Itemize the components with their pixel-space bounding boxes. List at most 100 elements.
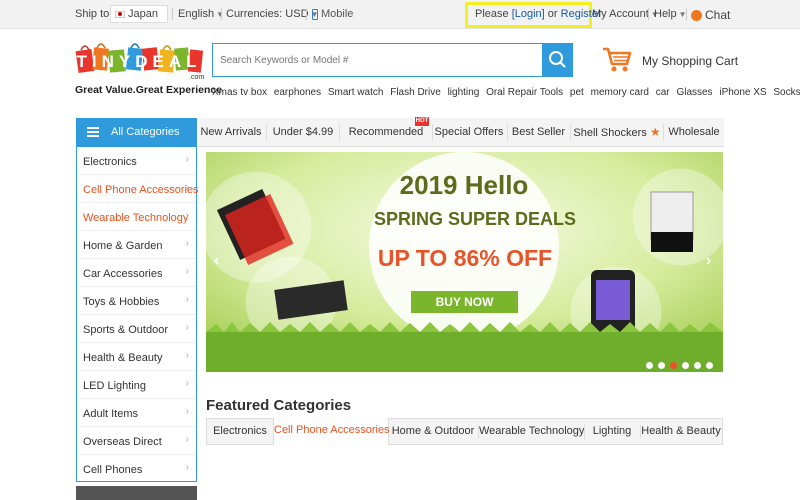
- nav-tab-special-offers[interactable]: Special Offers: [434, 118, 504, 147]
- featured-tab-electronics[interactable]: Electronics: [207, 419, 273, 444]
- hot-keyword-link[interactable]: Oral Repair Tools: [486, 87, 563, 98]
- promo-thumbnail[interactable]: [76, 486, 197, 500]
- mobile-link[interactable]: Mobile: [312, 8, 353, 20]
- hot-keyword-link[interactable]: earphones: [274, 87, 321, 98]
- featured-category-tabs: Electronics Cell Phone Accessories Home …: [206, 418, 723, 445]
- hero-banner[interactable]: ‹ › 2019 Hello SPRING SUPER DEALS UP TO …: [206, 152, 723, 372]
- divider: [266, 124, 267, 141]
- hot-keyword-link[interactable]: Socks: [773, 87, 800, 98]
- hot-keyword-link[interactable]: Smart watch: [328, 87, 384, 98]
- japan-flag-icon: [115, 10, 125, 18]
- hot-keyword-link[interactable]: Xmas tv box: [212, 87, 267, 98]
- hot-keyword-link[interactable]: iPhone XS: [719, 87, 766, 98]
- chevron-right-icon: ›: [185, 266, 189, 277]
- search-button[interactable]: [542, 43, 573, 77]
- featured-tab-cell-phone-accessories[interactable]: Cell Phone Accessories: [273, 418, 390, 445]
- hot-keyword-link[interactable]: car: [656, 87, 670, 98]
- nav-tab-new-arrivals[interactable]: New Arrivals: [199, 118, 263, 147]
- shopping-cart-icon[interactable]: [602, 46, 632, 74]
- star-icon: ★: [649, 125, 661, 139]
- sidebar-item-led-lighting[interactable]: LED Lighting ›: [77, 371, 196, 399]
- sidebar-item-cell-phones[interactable]: Cell Phones ›: [77, 455, 196, 483]
- hot-keywords: Xmas tv box earphones Smart watch Flash …: [212, 87, 800, 98]
- featured-tab-home-outdoor[interactable]: Home & Outdoor: [390, 419, 476, 444]
- featured-tab-health-beauty[interactable]: Health & Beauty: [641, 419, 721, 444]
- divider: [306, 8, 307, 20]
- chevron-right-icon: ›: [185, 350, 189, 361]
- sidebar-item-label: LED Lighting: [83, 380, 146, 392]
- menu-icon: [87, 127, 99, 137]
- shell-shockers-label: Shell Shockers: [573, 127, 647, 139]
- buy-now-button[interactable]: BUY NOW: [411, 291, 518, 313]
- banner-discount: UP TO 86% OFF: [377, 245, 553, 271]
- hot-keyword-link[interactable]: Flash Drive: [390, 87, 441, 98]
- search-icon: [549, 51, 566, 68]
- nav-tab-under-499[interactable]: Under $4.99: [268, 118, 338, 147]
- mobile-phone-icon: [312, 8, 318, 20]
- currency-select[interactable]: Currencies: USD ▼: [226, 8, 318, 20]
- chat-link[interactable]: Chat: [691, 8, 730, 22]
- sidebar-item-sports-outdoor[interactable]: Sports & Outdoor ›: [77, 315, 196, 343]
- logo-brand-text: TINYDEAL: [77, 52, 202, 71]
- chat-icon: [691, 10, 702, 22]
- divider: [432, 124, 433, 141]
- hot-keyword-link[interactable]: pet: [570, 87, 584, 98]
- site-logo[interactable]: TINYDEAL .com Great Value.Great Experien…: [75, 40, 222, 98]
- hot-keyword-link[interactable]: memory card: [591, 87, 649, 98]
- sidebar-item-health-beauty[interactable]: Health & Beauty ›: [77, 343, 196, 371]
- sidebar-item-home-garden[interactable]: Home & Garden ›: [77, 231, 196, 259]
- banner-subheadline: SPRING SUPER DEALS: [374, 209, 577, 229]
- chevron-right-icon: ›: [185, 322, 189, 333]
- banner-next-arrow[interactable]: ›: [706, 252, 711, 270]
- sidebar-item-label: Wearable Technology: [83, 212, 189, 224]
- sidebar-item-overseas-direct[interactable]: Overseas Direct ›: [77, 427, 196, 455]
- divider: [648, 8, 649, 20]
- featured-categories-title: Featured Categories: [206, 397, 352, 414]
- sidebar-item-label: Cell Phone Accessories: [83, 184, 199, 196]
- logo-domain-suffix: .com: [189, 74, 205, 81]
- search-input[interactable]: [213, 44, 542, 76]
- nav-tab-shell-shockers[interactable]: Shell Shockers ★: [573, 118, 661, 147]
- slide-dot-active[interactable]: [670, 362, 677, 369]
- all-categories-button[interactable]: All Categories: [76, 118, 197, 147]
- divider: [221, 8, 222, 20]
- chevron-right-icon: ›: [185, 378, 189, 389]
- featured-tab-wearable-technology[interactable]: Wearable Technology: [479, 419, 584, 444]
- search-bar: [212, 43, 542, 77]
- sidebar-item-car-accessories[interactable]: Car Accessories ›: [77, 259, 196, 287]
- country-select[interactable]: Japan: [110, 5, 168, 23]
- slide-dot[interactable]: [658, 362, 665, 369]
- login-register-group: Please [Login] or Register: [475, 8, 602, 20]
- chevron-right-icon: ›: [185, 210, 189, 221]
- all-categories-label: All Categories: [111, 126, 180, 138]
- featured-tab-lighting[interactable]: Lighting: [585, 419, 639, 444]
- chevron-right-icon: ›: [185, 238, 189, 249]
- sidebar-item-label: Cell Phones: [83, 464, 143, 476]
- help-menu[interactable]: Help ▼: [654, 8, 687, 20]
- sidebar-item-electronics[interactable]: Electronics ›: [77, 147, 196, 175]
- my-account-label: My Account: [592, 8, 649, 20]
- divider: [663, 124, 664, 141]
- please-text: Please: [475, 8, 509, 20]
- sidebar-item-label: Car Accessories: [83, 268, 163, 280]
- sidebar-item-label: Toys & Hobbies: [83, 296, 160, 308]
- slide-dot[interactable]: [682, 362, 689, 369]
- sidebar-item-adult-items[interactable]: Adult Items ›: [77, 399, 196, 427]
- slide-dot[interactable]: [706, 362, 713, 369]
- banner-prev-arrow[interactable]: ‹: [214, 252, 219, 270]
- currency-value: Currencies: USD: [226, 8, 309, 20]
- hot-keyword-link[interactable]: lighting: [448, 87, 480, 98]
- sidebar-item-wearable-technology[interactable]: Wearable Technology ›: [77, 203, 196, 231]
- hot-keyword-link[interactable]: Glasses: [676, 87, 712, 98]
- sidebar-item-toys-hobbies[interactable]: Toys & Hobbies ›: [77, 287, 196, 315]
- language-select[interactable]: English▼: [178, 8, 224, 20]
- slide-dot[interactable]: [646, 362, 653, 369]
- chevron-right-icon: ›: [185, 406, 189, 417]
- slide-dot[interactable]: [694, 362, 701, 369]
- nav-tab-best-seller[interactable]: Best Seller: [510, 118, 567, 147]
- shopping-cart-link[interactable]: My Shopping Cart: [642, 54, 738, 68]
- nav-tab-wholesale[interactable]: Wholesale: [665, 118, 723, 147]
- sidebar-item-cell-phone-accessories[interactable]: Cell Phone Accessories ›: [77, 175, 199, 203]
- chevron-right-icon: ›: [185, 294, 189, 305]
- login-link[interactable]: [Login]: [512, 8, 545, 20]
